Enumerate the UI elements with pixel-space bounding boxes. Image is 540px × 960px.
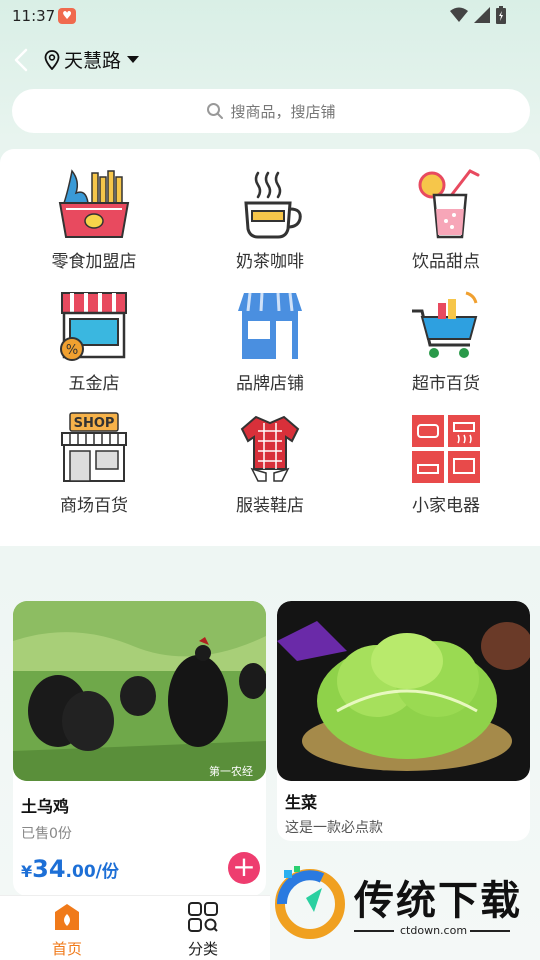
brand-store-icon xyxy=(238,292,302,359)
watermark: 传统下载 ctdown.com xyxy=(266,856,540,960)
status-time: 11:37 xyxy=(12,7,56,25)
search-icon xyxy=(207,103,224,119)
product-image-chickens: 第一农经 xyxy=(13,601,266,781)
watermark-logo-icon xyxy=(275,866,345,939)
location-label: 天慧路 xyxy=(64,50,122,72)
price-currency: ¥ xyxy=(21,862,33,881)
bottom-nav: 首页 分类 xyxy=(0,895,270,960)
heart-app-icon: ♥ xyxy=(58,8,76,24)
watermark-url: ctdown.com xyxy=(400,924,468,937)
category-hardware-store[interactable]: % 五金店 xyxy=(4,289,184,394)
search-input[interactable]: 搜商品，搜店铺 xyxy=(12,89,530,133)
product-sold: 已售0份 xyxy=(21,826,72,842)
category-label: 商场百货 xyxy=(60,496,128,516)
product-image-lettuce xyxy=(277,601,530,781)
add-to-cart-button[interactable]: + xyxy=(228,852,260,884)
caret-down-icon xyxy=(127,56,140,63)
product-description: 这是一款必点款 xyxy=(285,820,383,836)
location-pin-icon xyxy=(44,49,60,70)
category-brand-stores[interactable]: 品牌店铺 xyxy=(180,289,360,394)
category-small-appliances[interactable]: 小家电器 xyxy=(356,411,536,516)
clothing-icon xyxy=(240,415,300,482)
category-label: 奶茶咖啡 xyxy=(236,252,304,272)
back-button[interactable] xyxy=(10,46,34,74)
storefront-discount-icon: % xyxy=(60,292,127,361)
price-decimal-unit: .00/份 xyxy=(65,862,119,882)
header: 天慧路 xyxy=(0,40,540,80)
svg-text:SHOP: SHOP xyxy=(74,416,115,431)
snack-basket-icon xyxy=(58,169,130,238)
location-selector[interactable]: 天慧路 xyxy=(44,46,140,73)
status-bar: 11:37 ♥ xyxy=(0,0,540,32)
category-label: 服装鞋店 xyxy=(236,496,304,516)
category-snack-store[interactable]: 零食加盟店 xyxy=(4,167,184,272)
product-price: ¥34.00/份 xyxy=(21,855,119,883)
shopping-cart-icon xyxy=(412,291,478,358)
wifi-icon xyxy=(450,7,468,22)
category-label: 五金店 xyxy=(68,374,120,394)
image-caption: 第一农经 xyxy=(209,764,253,778)
watermark-text: 传统下载 xyxy=(354,878,522,924)
category-panel: 零食加盟店 奶茶咖啡 饮品甜点 % 五金店 品牌店铺 超市百货 SHOP 商场百… xyxy=(0,149,540,546)
status-icons xyxy=(450,6,506,24)
category-label: 超市百货 xyxy=(412,374,480,394)
category-label: 饮品甜点 xyxy=(412,252,480,272)
home-icon xyxy=(55,904,79,930)
coffee-cup-icon xyxy=(244,171,302,239)
nav-category-label: 分类 xyxy=(187,940,218,958)
signal-icon xyxy=(474,7,490,23)
category-drinks-desserts[interactable]: 饮品甜点 xyxy=(356,167,536,272)
category-supermarket[interactable]: 超市百货 xyxy=(356,289,536,394)
shop-building-icon: SHOP xyxy=(61,412,127,482)
price-integer: 34 xyxy=(32,855,66,883)
product-card[interactable]: 生菜 这是一款必点款 xyxy=(277,601,530,841)
watermark-divider xyxy=(470,930,510,932)
nav-home[interactable]: 首页 xyxy=(22,902,112,959)
category-clothing-shoes[interactable]: 服装鞋店 xyxy=(180,411,360,516)
category-grid-icon xyxy=(188,902,218,932)
product-name: 生菜 xyxy=(285,793,318,812)
product-card[interactable]: 第一农经 土乌鸡 已售0份 ¥34.00/份 + xyxy=(13,601,266,896)
watermark-divider xyxy=(354,930,394,932)
appliances-icon xyxy=(412,415,480,483)
search-placeholder: 搜商品，搜店铺 xyxy=(230,102,336,121)
nav-home-label: 首页 xyxy=(51,940,82,958)
svg-text:%: % xyxy=(66,343,78,358)
category-label: 品牌店铺 xyxy=(236,374,304,394)
chevron-left-icon xyxy=(14,48,28,72)
product-name: 土乌鸡 xyxy=(21,797,70,816)
nav-category[interactable]: 分类 xyxy=(158,902,248,959)
drink-icon xyxy=(418,169,480,239)
category-mall[interactable]: SHOP 商场百货 xyxy=(4,411,184,516)
category-label: 零食加盟店 xyxy=(51,252,137,272)
battery-icon xyxy=(496,6,506,24)
category-label: 小家电器 xyxy=(412,496,480,516)
category-milk-tea-coffee[interactable]: 奶茶咖啡 xyxy=(180,167,360,272)
